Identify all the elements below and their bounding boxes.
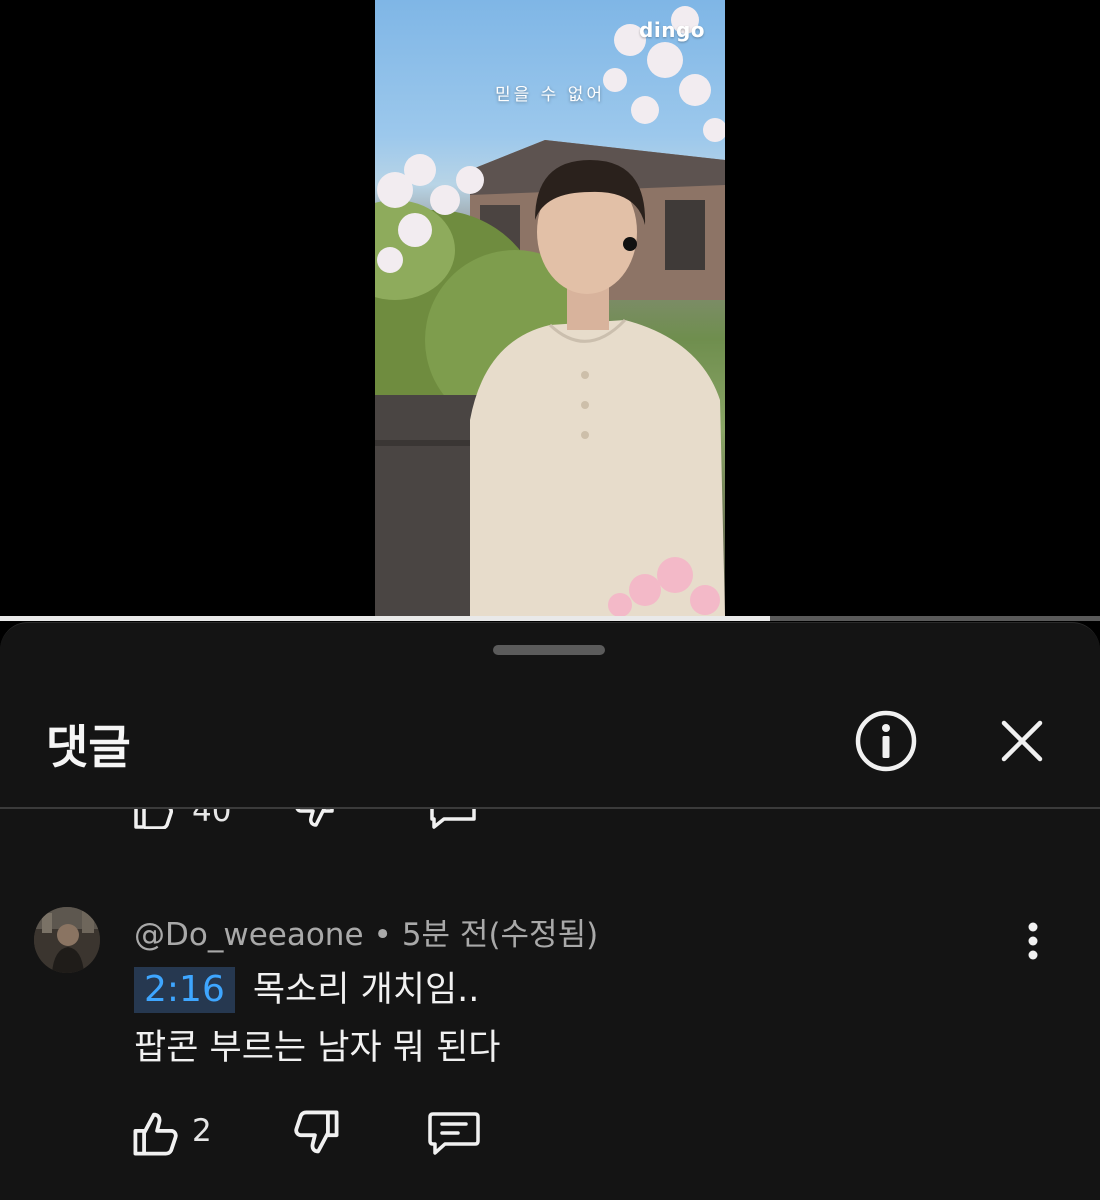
close-button[interactable] <box>996 715 1048 767</box>
comment-meta: @Do_weeaone • 5분 전(수정됨) <box>134 909 598 954</box>
comments-sheet: 댓글 40 @Do_weeaone • 5분 전(수정됨) 2:16 목소리 개… <box>0 622 1100 1200</box>
comment-text: 목소리 개치임.. <box>252 970 480 1010</box>
comments-title: 댓글 <box>46 720 131 774</box>
video-player[interactable]: dingo 믿을 수 없어 <box>0 0 1100 621</box>
reply-comment-icon <box>428 1112 480 1155</box>
comment-item: @Do_weeaone • 5분 전(수정됨) 2:16 목소리 개치임.. 팝콘 부… <box>0 905 1100 1165</box>
sheet-drag-handle[interactable] <box>493 645 605 655</box>
dislike-button[interactable] <box>290 1107 342 1159</box>
video-frame[interactable]: dingo 믿을 수 없어 <box>375 0 725 616</box>
info-circle-icon <box>855 710 917 772</box>
previous-comment-actions: 40 <box>0 809 1100 829</box>
thumbs-up-icon <box>133 1112 178 1156</box>
comment-more-button[interactable] <box>1012 919 1054 963</box>
avatar[interactable] <box>34 907 100 973</box>
video-progress-bar[interactable] <box>0 616 1100 621</box>
comment-text-line-2: 팝콘 부르는 남자 뭐 된다 <box>134 1028 501 1068</box>
previous-like-count: 40 <box>192 809 232 829</box>
comment-actions: 2 <box>130 1107 630 1159</box>
avatar-image <box>34 907 100 973</box>
like-button[interactable] <box>130 1107 182 1159</box>
video-subtitle: 믿을 수 없어 <box>494 85 605 105</box>
thumbs-up-icon[interactable] <box>130 809 178 829</box>
thumbs-down-icon <box>294 1110 339 1154</box>
more-vertical-icon <box>1028 922 1038 960</box>
close-icon <box>1001 720 1043 762</box>
video-progress-fill <box>0 616 770 621</box>
comment-author[interactable]: @Do_weeaone <box>134 917 364 953</box>
page: dingo 믿을 수 없어 댓글 40 @Do_weeaone • 5분 전(수… <box>0 0 1100 1200</box>
like-count: 2 <box>192 1113 212 1149</box>
info-button[interactable] <box>854 709 918 773</box>
reply-button[interactable] <box>428 1107 480 1159</box>
reply-comment-icon[interactable] <box>428 809 478 829</box>
channel-watermark: dingo <box>639 18 705 42</box>
thumbs-down-icon[interactable] <box>290 809 338 829</box>
meta-separator: • <box>373 917 392 953</box>
comment-text-line-1: 2:16 목소리 개치임.. <box>134 961 479 1013</box>
comment-timestamp-link[interactable]: 2:16 <box>134 967 235 1013</box>
comment-time: 5분 전(수정됨) <box>401 917 599 953</box>
